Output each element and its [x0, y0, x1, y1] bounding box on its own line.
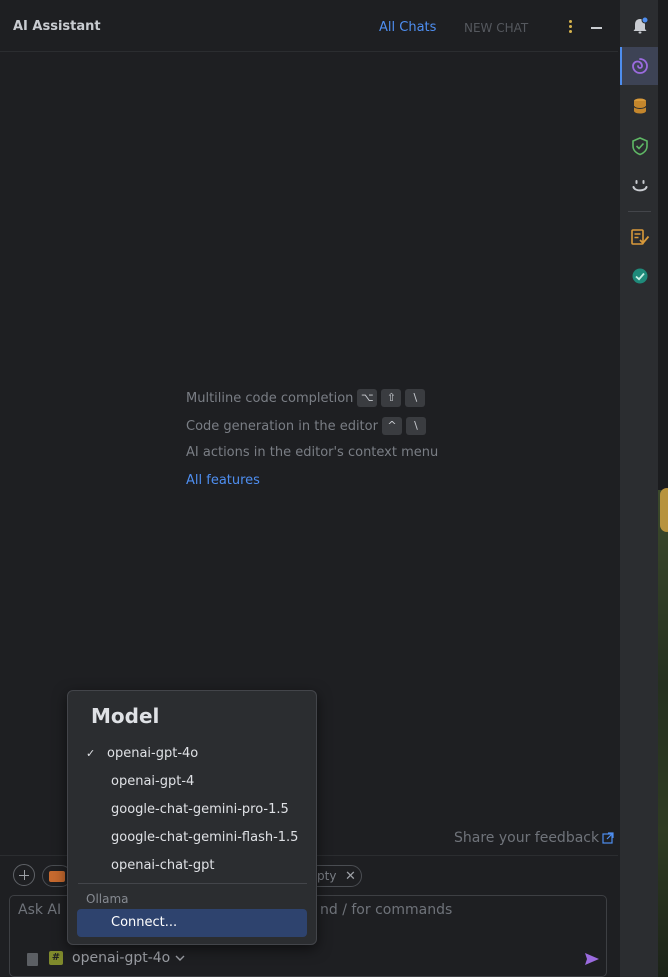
shortcut-key: \ — [405, 389, 426, 407]
model-option[interactable]: openai-gpt-4 — [111, 774, 194, 789]
divider — [628, 211, 651, 212]
add-context-button[interactable] — [13, 864, 35, 886]
book-icon[interactable] — [27, 953, 38, 966]
status-tool-button[interactable] — [620, 257, 659, 295]
all-features-link[interactable]: All features — [186, 473, 260, 488]
model-option[interactable]: google-chat-gemini-flash-1.5 — [111, 830, 298, 845]
hint-context-menu: AI actions in the editor's context menu — [186, 445, 438, 460]
hint-code-generation: Code generation in the editor ^ \ — [186, 417, 426, 435]
external-link-icon — [602, 832, 614, 844]
right-tool-strip — [619, 0, 659, 977]
chevron-down-icon — [175, 955, 185, 961]
background-image-highlight — [660, 488, 668, 532]
hint-label: Code generation in the editor — [186, 418, 378, 434]
model-dropdown: Model ✓ openai-gpt-4o openai-gpt-4 googl… — [67, 690, 317, 945]
ai-assistant-icon — [631, 58, 648, 74]
database-icon — [633, 98, 646, 114]
model-selector[interactable]: openai-gpt-4o — [72, 950, 185, 966]
input-placeholder-tail: nd / for commands — [320, 902, 453, 918]
bell-icon — [633, 16, 648, 34]
send-icon[interactable] — [584, 952, 600, 966]
more-options-icon[interactable] — [563, 18, 577, 36]
checklist-icon — [630, 229, 649, 245]
hint-label: AI actions in the editor's context menu — [186, 445, 439, 460]
shield-check-icon — [631, 137, 648, 156]
check-icon: ✓ — [86, 747, 96, 760]
section-label: Ollama — [86, 892, 129, 906]
feedback-label: Share your feedback — [454, 830, 600, 846]
close-icon[interactable]: ✕ — [345, 869, 356, 884]
input-placeholder: Ask AI — [18, 902, 62, 918]
database-tool-button[interactable] — [620, 87, 659, 125]
background-image — [658, 490, 668, 977]
ai-assistant-tool-button[interactable] — [620, 47, 659, 85]
model-selector-label: openai-gpt-4o — [72, 950, 171, 966]
hash-icon[interactable]: # — [49, 951, 63, 965]
divider — [78, 883, 307, 884]
new-chat-button[interactable]: NEW CHAT — [464, 21, 528, 35]
shortcut-key: \ — [405, 417, 426, 435]
panel-title: AI Assistant — [13, 19, 101, 34]
shortcut-key: ⌥ — [357, 389, 378, 407]
shortcut-key: ^ — [381, 417, 402, 435]
ai-assistant-panel: AI Assistant All Chats NEW CHAT Multilin… — [0, 0, 618, 977]
hint-multiline-completion: Multiline code completion ⌥ ⇧ \ — [186, 389, 426, 407]
smile-icon — [632, 180, 647, 192]
panel-header: AI Assistant All Chats NEW CHAT — [0, 0, 618, 52]
model-option[interactable]: google-chat-gemini-pro-1.5 — [111, 802, 289, 817]
dropdown-title: Model — [91, 704, 160, 728]
connect-label: Connect... — [111, 915, 178, 930]
context-chip-label: pty — [317, 869, 337, 883]
hint-label: Multiline code completion — [186, 390, 354, 406]
file-type-icon — [49, 871, 65, 882]
background-image-edge — [658, 0, 668, 977]
model-option[interactable]: openai-gpt-4o — [107, 746, 198, 761]
feedback-tool-button[interactable] — [620, 167, 659, 205]
security-tool-button[interactable] — [620, 127, 659, 165]
check-circle-icon — [632, 268, 647, 284]
model-option[interactable]: openai-chat-gpt — [111, 858, 214, 873]
minimize-icon[interactable] — [591, 27, 602, 29]
shortcut-key: ⇧ — [381, 389, 402, 407]
connect-button[interactable]: Connect... — [77, 909, 307, 937]
tasks-tool-button[interactable] — [620, 218, 659, 256]
notifications-button[interactable] — [620, 7, 659, 45]
all-chats-link[interactable]: All Chats — [379, 20, 436, 35]
share-feedback-link[interactable]: Share your feedback — [454, 830, 614, 846]
